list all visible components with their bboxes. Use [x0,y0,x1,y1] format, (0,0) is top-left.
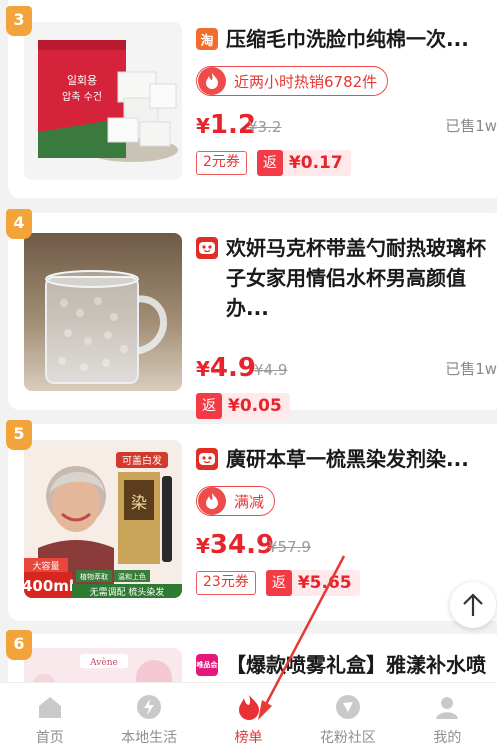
product-card[interactable]: 6 Avène 唯品会 【爆款喷雾礼盒】雅漾补水喷 [6,630,497,682]
rebate-tag: 返 ¥0.05 [196,393,290,419]
hot-sales-badge: 近两小时热销6782件 [196,66,389,96]
package-text: 일회용 [67,73,97,87]
flame-icon [198,487,226,515]
pinduoduo-icon [196,237,218,259]
home-icon [36,693,64,721]
product-title[interactable]: 【爆款喷雾礼盒】雅漾补水喷 [226,650,496,680]
product-image [24,233,182,391]
thumb-tag: 温和上色 [118,572,146,581]
price: ¥1.2 [196,110,256,140]
tab-local-life[interactable]: 本地生活 [99,683,198,755]
rank-badge: 6 [6,630,32,660]
rank-badge: 4 [6,209,32,239]
profile-icon [433,693,461,721]
coupon-tag[interactable]: 23元券 [196,571,256,595]
coupon-tag[interactable]: 2元券 [196,151,247,175]
price: ¥34.9 [196,530,275,560]
rank-badge: 3 [6,6,32,36]
original-price: ¥4.9 [254,361,288,379]
tab-label: 我的 [433,730,462,746]
arrow-up-icon [463,593,483,616]
lightning-icon [135,693,163,721]
thumb-box-glyph: 染 [131,493,147,512]
thumb-slogan: 无需调配 梳头染发 [90,586,165,598]
pinduoduo-icon [196,448,218,470]
thumb-tag: 植物萃取 [80,572,108,581]
product-card[interactable]: 4 欢妍马克杯带盖勺耐热玻璃杯子女家用情侣水杯男高颜值办... ¥4.9 ¥4.… [6,209,497,419]
tab-label: 花粉社区 [319,730,376,746]
price: ¥4.9 [196,353,256,383]
flame-icon [235,693,263,721]
tab-ranking[interactable]: 榜单 [199,683,298,755]
sold-count: 已售1w [445,117,497,135]
sold-count: 已售1w [445,360,497,378]
taobao-icon: 淘 [196,28,218,50]
original-price: ¥3.2 [248,118,282,136]
product-title[interactable]: 压缩毛巾洗脸巾纯棉一次... [226,24,497,54]
community-icon [334,693,362,721]
thumb-badge: 可盖白发 [122,454,162,467]
original-price: ¥57.9 [268,538,311,556]
product-image: 일회용 압축 수건 [24,22,182,180]
tab-label: 榜单 [234,730,263,746]
tab-label: 本地生活 [121,730,178,746]
tab-community[interactable]: 花粉社区 [298,683,397,755]
rebate-tag: 返 ¥0.17 [256,150,351,176]
rank-badge: 5 [6,420,32,450]
thumb-brand: Avène [89,657,118,668]
tab-label: 首页 [35,730,64,746]
product-image: 可盖白发 染 大容量 400ml 植物萃取 温和上色 无需调配 梳头染发 [24,440,182,598]
rebate-tag: 返 ¥5.65 [265,570,360,596]
product-title[interactable]: 廣研本草一梳黑染发剂染... [226,444,497,474]
tab-profile[interactable]: 我的 [398,683,497,755]
thumb-capacity: 大容量 [32,560,59,572]
flame-icon [198,67,226,95]
product-card[interactable]: 3 일회용 압축 수건 淘 压缩毛巾洗脸巾纯棉一次... 近两小时热销6782件… [6,0,497,198]
back-to-top-button[interactable] [450,582,496,628]
vip-icon: 唯品会 [196,654,218,676]
bottom-tab-bar: 首页 本地生活 榜单 花粉社区 我的 [0,682,497,755]
product-title[interactable]: 欢妍马克杯带盖勺耐热玻璃杯子女家用情侣水杯男高颜值办... [226,233,497,323]
ranking-list: 3 일회용 압축 수건 淘 压缩毛巾洗脸巾纯棉一次... 近两小时热销6782件… [0,0,497,682]
discount-badge: 满减 [196,486,276,516]
product-card[interactable]: 5 可盖白发 染 大容量 400ml 植物萃取 温和上色 无需调配 梳头染发 廣… [6,420,497,621]
thumb-volume: 400ml [24,577,74,595]
package-text: 압축 수건 [62,90,102,103]
hot-sales-text: 近两小时热销6782件 [234,72,378,91]
tab-home[interactable]: 首页 [0,683,99,755]
discount-text: 满减 [234,492,265,511]
product-image: Avène [24,648,182,682]
